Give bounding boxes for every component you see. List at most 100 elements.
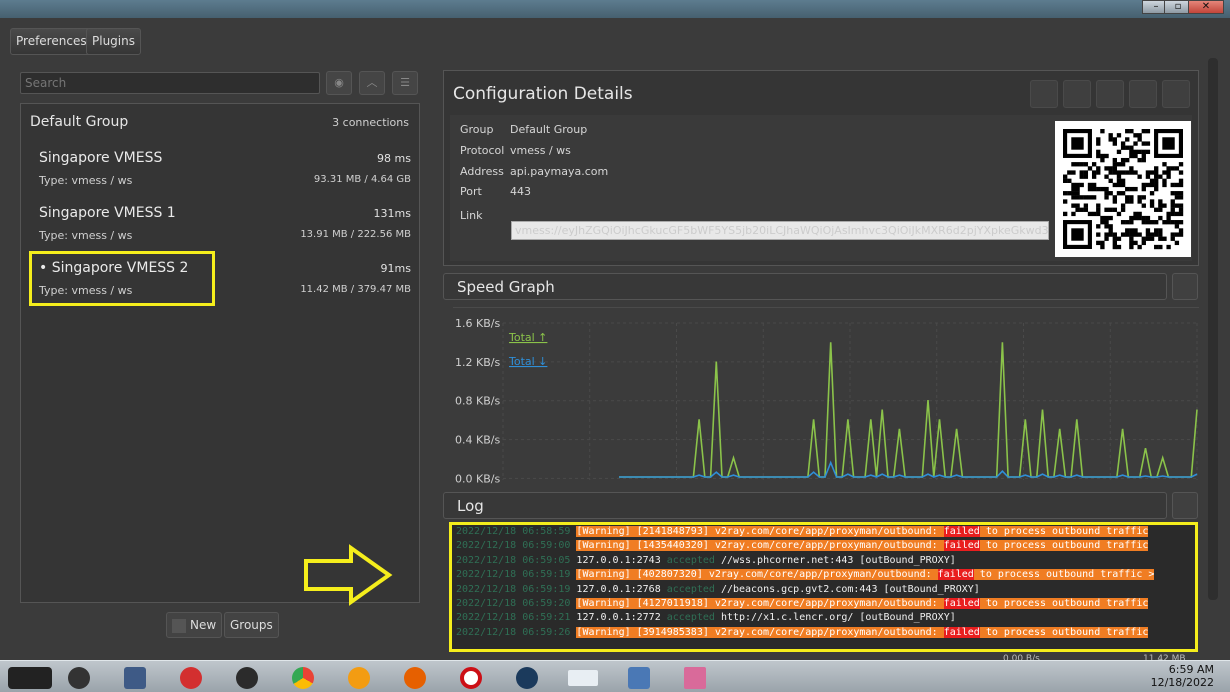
group-label: Group (460, 123, 494, 136)
camera-app-icon[interactable] (58, 664, 100, 692)
delete-icon[interactable] (1162, 80, 1190, 108)
y-tick-label: 0.4 KB/s (455, 434, 500, 447)
log-warning-text: [Warning] [4127011918] v2ray.com/core/ap… (576, 597, 944, 609)
copy-icon[interactable] (1096, 80, 1124, 108)
log-line: 2022/12/18 06:59:00 [Warning] [143544032… (452, 539, 1195, 553)
link-label: Link (460, 209, 483, 222)
legend-download[interactable]: Total ↓ (508, 355, 547, 368)
locate-icon[interactable]: ◉ (326, 71, 352, 95)
start-button[interactable] (4, 664, 56, 692)
connection-type: Type: vmess / ws (39, 229, 133, 242)
protocol-value: vmess / ws (510, 144, 571, 157)
connection-latency: 91ms (380, 262, 411, 275)
log-destination: //wss.phcorner.net:443 [outBound_PROXY] (720, 554, 956, 566)
share-icon[interactable] (1063, 80, 1091, 108)
connection-item[interactable]: Singapore VMESS 98 ms Type: vmess / ws 9… (39, 142, 411, 192)
main-scrollbar[interactable] (1208, 58, 1218, 600)
taskbar: 6:59 AM 12/18/2022 (0, 660, 1230, 692)
log-warning-text: [Warning] [1435440320] v2ray.com/core/ap… (576, 540, 944, 552)
y-tick-label: 1.2 KB/s (455, 356, 500, 369)
connection-item[interactable]: Singapore VMESS 1 131ms Type: vmess / ws… (39, 197, 411, 247)
opera-app-icon[interactable] (450, 664, 492, 692)
log-failed-text: failed (943, 597, 980, 609)
new-connection-button[interactable]: New (166, 612, 223, 638)
speed-graph-title: Speed Graph (457, 278, 555, 296)
settings-icon[interactable] (1129, 80, 1157, 108)
qv2ray-app-icon[interactable] (506, 664, 548, 692)
log-failed-text: failed (943, 526, 980, 537)
clock-time: 6:59 AM (1168, 663, 1214, 676)
log-line: 2022/12/18 06:59:20 [Warning] [412701191… (452, 597, 1195, 611)
log-header[interactable]: Log (443, 492, 1167, 519)
log-line: 2022/12/18 06:59:05 127.0.0.1:2743 accep… (452, 554, 1195, 568)
speed-graph-chart: 1.6 KB/s 1.2 KB/s 0.8 KB/s 0.4 KB/s 0.0 KB/s… (455, 317, 1198, 485)
clock-date: 12/18/2022 (1150, 676, 1214, 689)
add-icon (172, 618, 186, 633)
keyboard-app-icon[interactable] (562, 664, 604, 692)
log-warning-text: [Warning] [402807320] v2ray.com/core/app… (576, 569, 938, 581)
port-label: Port (460, 185, 482, 198)
log-destination: http://x1.c.lencr.org/ [outBound_PROXY] (720, 612, 956, 624)
log-timestamp: 2022/12/18 06:59:00 (456, 540, 571, 552)
connection-latency: 98 ms (377, 152, 411, 165)
record-app-icon[interactable] (170, 664, 212, 692)
search-input[interactable] (20, 72, 320, 94)
log-timestamp: 2022/12/18 06:59:19 (456, 583, 571, 595)
connection-traffic: 13.91 MB / 222.56 MB (300, 229, 411, 240)
log-warning-text: to process outbound traffic (979, 526, 1149, 537)
log-source-address: 127.0.0.1:2772 (576, 612, 661, 624)
close-button[interactable]: ✕ (1188, 0, 1224, 14)
protocol-label: Protocol (460, 144, 505, 157)
preferences-button[interactable]: Preferences (10, 28, 93, 55)
connection-traffic: 11.42 MB / 379.47 MB (300, 284, 411, 295)
log-title: Log (457, 497, 484, 515)
y-tick-label: 1.6 KB/s (455, 317, 500, 330)
app-window: Preferences Plugins ◉ ︿ ☰ Default Group … (0, 18, 1230, 664)
log-accepted-text: accepted (660, 612, 721, 624)
kite-app-icon[interactable] (674, 664, 716, 692)
system-clock[interactable]: 6:59 AM 12/18/2022 (1151, 663, 1214, 689)
legend-upload[interactable]: Total ↑ (508, 331, 547, 344)
connection-type: Type: vmess / ws (39, 174, 133, 187)
groups-button[interactable]: Groups (224, 612, 279, 638)
log-failed-text: failed (943, 540, 980, 552)
log-failed-text: failed (937, 569, 974, 581)
group-name[interactable]: Default Group (30, 114, 128, 130)
log-timestamp: 2022/12/18 06:59:20 (456, 597, 571, 609)
log-failed-text: failed (943, 626, 980, 638)
log-accepted-text: accepted (660, 554, 721, 566)
speed-graph: 1.6 KB/s 1.2 KB/s 0.8 KB/s 0.4 KB/s 0.0 KB/s… (453, 307, 1199, 485)
connection-latency: 131ms (373, 207, 411, 220)
obs-app-icon[interactable] (226, 664, 268, 692)
y-tick-label: 0.8 KB/s (455, 395, 500, 408)
collapse-up-icon[interactable]: ︿ (359, 71, 385, 95)
qr-code-icon (1055, 121, 1191, 257)
new-label: New (190, 618, 217, 632)
log-source-address: 127.0.0.1:2743 (576, 554, 661, 566)
address-value: api.paymaya.com (510, 165, 609, 178)
window-title-bar: – ▫ ✕ (0, 0, 1230, 18)
edit-icon[interactable] (1030, 80, 1058, 108)
arrow-annotation-icon (304, 544, 393, 606)
uc-browser-app-icon[interactable] (338, 664, 380, 692)
log-warning-text: to process outbound traffic (979, 626, 1149, 638)
log-timestamp: 2022/12/18 06:59:19 (456, 569, 571, 581)
log-timestamp: 2022/12/18 06:58:59 (456, 526, 571, 537)
log-timestamp: 2022/12/18 06:59:26 (456, 626, 571, 638)
network-app-icon[interactable] (618, 664, 660, 692)
address-label: Address (460, 165, 504, 178)
plugins-button[interactable]: Plugins (86, 28, 141, 55)
log-output: 2022/12/18 06:58:59 [Warning] [214184879… (449, 522, 1198, 652)
chrome-app-icon[interactable] (282, 664, 324, 692)
calculator-app-icon[interactable] (114, 664, 156, 692)
share-link-field[interactable]: vmess://eyJhZGQiOiJhcGkucGF5bWF5YS5jb20i… (511, 221, 1049, 240)
firefox-app-icon[interactable] (394, 664, 436, 692)
config-title: Configuration Details (453, 84, 633, 104)
sort-icon[interactable]: ☰ (392, 71, 418, 95)
group-connection-count: 3 connections (332, 116, 409, 129)
log-warning-text: [Warning] [2141848793] v2ray.com/core/ap… (576, 526, 944, 537)
speed-graph-header[interactable]: Speed Graph (443, 273, 1167, 300)
log-toggle-button[interactable] (1172, 492, 1198, 519)
speed-graph-toggle-button[interactable] (1172, 273, 1198, 300)
log-timestamp: 2022/12/18 06:59:21 (456, 612, 571, 624)
